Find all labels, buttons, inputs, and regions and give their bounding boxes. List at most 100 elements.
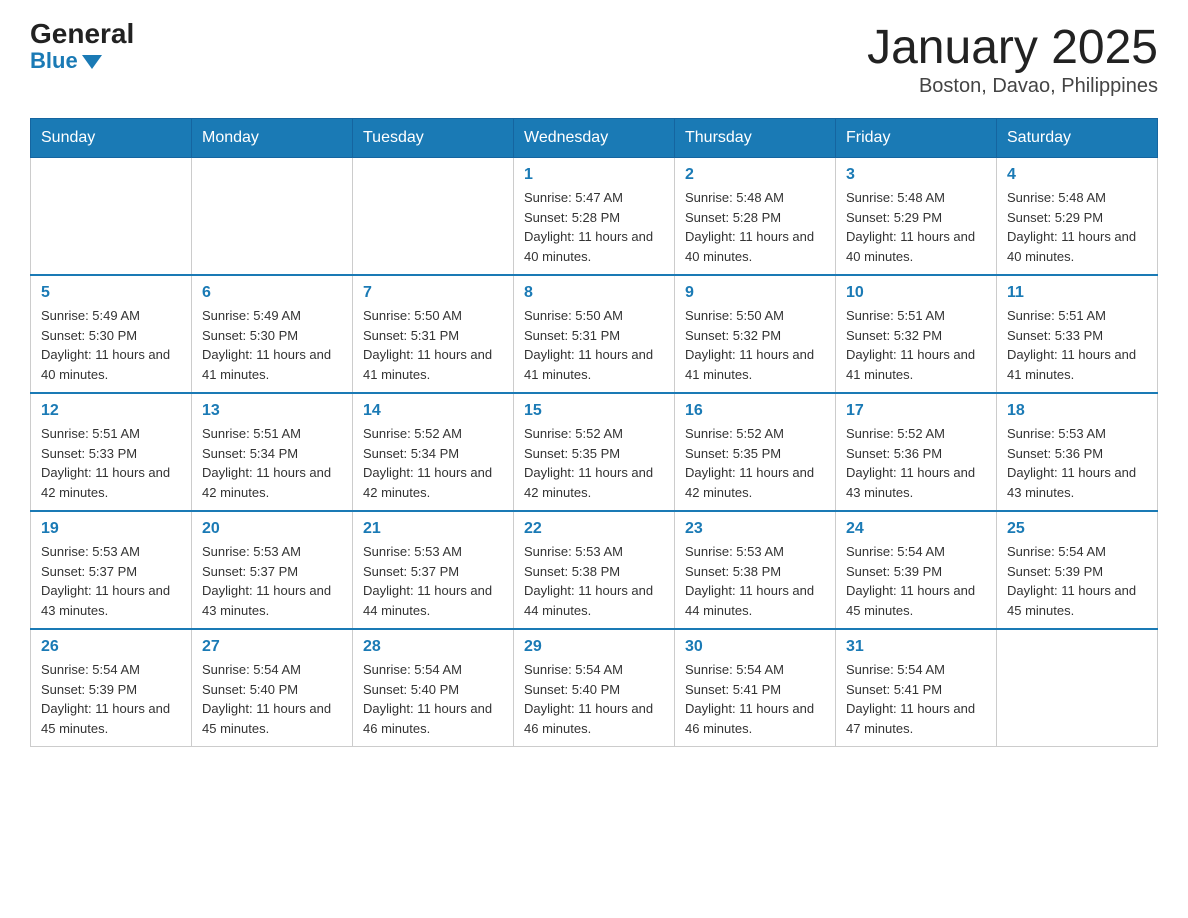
day-number: 22 <box>524 520 664 538</box>
week-row-2: 5 Sunrise: 5:49 AM Sunset: 5:30 PM Daylig… <box>31 275 1158 393</box>
day-number: 9 <box>685 284 825 302</box>
day-info: Sunrise: 5:54 AM Sunset: 5:40 PM Dayligh… <box>202 660 342 738</box>
day-number: 20 <box>202 520 342 538</box>
day-info: Sunrise: 5:49 AM Sunset: 5:30 PM Dayligh… <box>41 306 181 384</box>
weekday-header-friday: Friday <box>836 119 997 158</box>
day-info: Sunrise: 5:51 AM Sunset: 5:33 PM Dayligh… <box>41 424 181 502</box>
day-info: Sunrise: 5:52 AM Sunset: 5:35 PM Dayligh… <box>524 424 664 502</box>
day-info: Sunrise: 5:48 AM Sunset: 5:29 PM Dayligh… <box>846 188 986 266</box>
day-number: 6 <box>202 284 342 302</box>
day-info: Sunrise: 5:48 AM Sunset: 5:28 PM Dayligh… <box>685 188 825 266</box>
calendar-cell: 25 Sunrise: 5:54 AM Sunset: 5:39 PM Dayli… <box>997 511 1158 629</box>
logo: General Blue <box>30 20 134 74</box>
day-number: 5 <box>41 284 181 302</box>
day-info: Sunrise: 5:54 AM Sunset: 5:41 PM Dayligh… <box>685 660 825 738</box>
calendar-cell: 29 Sunrise: 5:54 AM Sunset: 5:40 PM Dayli… <box>514 629 675 747</box>
day-info: Sunrise: 5:53 AM Sunset: 5:38 PM Dayligh… <box>685 542 825 620</box>
day-info: Sunrise: 5:53 AM Sunset: 5:37 PM Dayligh… <box>202 542 342 620</box>
day-number: 30 <box>685 638 825 656</box>
weekday-header-sunday: Sunday <box>31 119 192 158</box>
calendar-cell: 18Sunrise: 5:53 AM Sunset: 5:36 PM Dayli… <box>997 393 1158 511</box>
day-number: 25 <box>1007 520 1147 538</box>
calendar-cell: 27Sunrise: 5:54 AM Sunset: 5:40 PM Dayli… <box>192 629 353 747</box>
calendar-cell: 16Sunrise: 5:52 AM Sunset: 5:35 PM Dayli… <box>675 393 836 511</box>
logo-general-text: General <box>30 20 134 48</box>
day-info: Sunrise: 5:52 AM Sunset: 5:34 PM Dayligh… <box>363 424 503 502</box>
calendar-cell: 31 Sunrise: 5:54 AM Sunset: 5:41 PM Dayli… <box>836 629 997 747</box>
calendar-cell: 14 Sunrise: 5:52 AM Sunset: 5:34 PM Dayli… <box>353 393 514 511</box>
weekday-header-monday: Monday <box>192 119 353 158</box>
day-number: 24 <box>846 520 986 538</box>
day-info: Sunrise: 5:49 AM Sunset: 5:30 PM Dayligh… <box>202 306 342 384</box>
calendar-cell: 1Sunrise: 5:47 AM Sunset: 5:28 PM Daylig… <box>514 158 675 276</box>
calendar-cell: 9 Sunrise: 5:50 AM Sunset: 5:32 PM Daylig… <box>675 275 836 393</box>
calendar-cell: 17Sunrise: 5:52 AM Sunset: 5:36 PM Dayli… <box>836 393 997 511</box>
calendar-cell: 26Sunrise: 5:54 AM Sunset: 5:39 PM Dayli… <box>31 629 192 747</box>
day-info: Sunrise: 5:54 AM Sunset: 5:39 PM Dayligh… <box>846 542 986 620</box>
calendar-cell: 8Sunrise: 5:50 AM Sunset: 5:31 PM Daylig… <box>514 275 675 393</box>
calendar-cell: 22 Sunrise: 5:53 AM Sunset: 5:38 PM Dayli… <box>514 511 675 629</box>
calendar-cell: 12Sunrise: 5:51 AM Sunset: 5:33 PM Dayli… <box>31 393 192 511</box>
logo-blue-text: Blue <box>30 48 102 74</box>
calendar-cell: 24 Sunrise: 5:54 AM Sunset: 5:39 PM Dayli… <box>836 511 997 629</box>
calendar-cell: 21 Sunrise: 5:53 AM Sunset: 5:37 PM Dayli… <box>353 511 514 629</box>
calendar-cell: 2 Sunrise: 5:48 AM Sunset: 5:28 PM Daylig… <box>675 158 836 276</box>
calendar-cell: 5 Sunrise: 5:49 AM Sunset: 5:30 PM Daylig… <box>31 275 192 393</box>
day-number: 2 <box>685 166 825 184</box>
day-info: Sunrise: 5:50 AM Sunset: 5:31 PM Dayligh… <box>363 306 503 384</box>
location-text: Boston, Davao, Philippines <box>867 75 1158 98</box>
day-number: 19 <box>41 520 181 538</box>
day-info: Sunrise: 5:54 AM Sunset: 5:40 PM Dayligh… <box>524 660 664 738</box>
day-info: Sunrise: 5:48 AM Sunset: 5:29 PM Dayligh… <box>1007 188 1147 266</box>
day-number: 21 <box>363 520 503 538</box>
calendar-cell: 4Sunrise: 5:48 AM Sunset: 5:29 PM Daylig… <box>997 158 1158 276</box>
day-info: Sunrise: 5:54 AM Sunset: 5:39 PM Dayligh… <box>1007 542 1147 620</box>
calendar-cell <box>353 158 514 276</box>
week-row-4: 19 Sunrise: 5:53 AM Sunset: 5:37 PM Dayli… <box>31 511 1158 629</box>
weekday-header-tuesday: Tuesday <box>353 119 514 158</box>
day-info: Sunrise: 5:50 AM Sunset: 5:31 PM Dayligh… <box>524 306 664 384</box>
weekday-header-saturday: Saturday <box>997 119 1158 158</box>
day-number: 14 <box>363 402 503 420</box>
day-info: Sunrise: 5:53 AM Sunset: 5:37 PM Dayligh… <box>363 542 503 620</box>
page-header: General Blue January 2025 Boston, Davao,… <box>30 20 1158 98</box>
day-info: Sunrise: 5:54 AM Sunset: 5:40 PM Dayligh… <box>363 660 503 738</box>
day-info: Sunrise: 5:54 AM Sunset: 5:41 PM Dayligh… <box>846 660 986 738</box>
weekday-header-thursday: Thursday <box>675 119 836 158</box>
week-row-3: 12Sunrise: 5:51 AM Sunset: 5:33 PM Dayli… <box>31 393 1158 511</box>
week-row-5: 26Sunrise: 5:54 AM Sunset: 5:39 PM Dayli… <box>31 629 1158 747</box>
calendar-cell <box>31 158 192 276</box>
day-info: Sunrise: 5:52 AM Sunset: 5:35 PM Dayligh… <box>685 424 825 502</box>
day-info: Sunrise: 5:47 AM Sunset: 5:28 PM Dayligh… <box>524 188 664 266</box>
weekday-header-row: SundayMondayTuesdayWednesdayThursdayFrid… <box>31 119 1158 158</box>
day-info: Sunrise: 5:51 AM Sunset: 5:32 PM Dayligh… <box>846 306 986 384</box>
calendar-cell: 20 Sunrise: 5:53 AM Sunset: 5:37 PM Dayli… <box>192 511 353 629</box>
day-info: Sunrise: 5:53 AM Sunset: 5:36 PM Dayligh… <box>1007 424 1147 502</box>
title-section: January 2025 Boston, Davao, Philippines <box>867 20 1158 98</box>
calendar-cell: 23 Sunrise: 5:53 AM Sunset: 5:38 PM Dayli… <box>675 511 836 629</box>
calendar-cell: 28Sunrise: 5:54 AM Sunset: 5:40 PM Dayli… <box>353 629 514 747</box>
day-info: Sunrise: 5:50 AM Sunset: 5:32 PM Dayligh… <box>685 306 825 384</box>
day-number: 23 <box>685 520 825 538</box>
calendar-cell: 3 Sunrise: 5:48 AM Sunset: 5:29 PM Daylig… <box>836 158 997 276</box>
day-number: 31 <box>846 638 986 656</box>
day-info: Sunrise: 5:54 AM Sunset: 5:39 PM Dayligh… <box>41 660 181 738</box>
day-info: Sunrise: 5:51 AM Sunset: 5:34 PM Dayligh… <box>202 424 342 502</box>
calendar-cell: 30 Sunrise: 5:54 AM Sunset: 5:41 PM Dayli… <box>675 629 836 747</box>
calendar-cell <box>192 158 353 276</box>
day-number: 17 <box>846 402 986 420</box>
day-info: Sunrise: 5:53 AM Sunset: 5:37 PM Dayligh… <box>41 542 181 620</box>
day-number: 15 <box>524 402 664 420</box>
day-number: 3 <box>846 166 986 184</box>
week-row-1: 1Sunrise: 5:47 AM Sunset: 5:28 PM Daylig… <box>31 158 1158 276</box>
calendar-cell: 19 Sunrise: 5:53 AM Sunset: 5:37 PM Dayli… <box>31 511 192 629</box>
calendar-cell: 15 Sunrise: 5:52 AM Sunset: 5:35 PM Dayli… <box>514 393 675 511</box>
day-number: 29 <box>524 638 664 656</box>
day-info: Sunrise: 5:51 AM Sunset: 5:33 PM Dayligh… <box>1007 306 1147 384</box>
day-info: Sunrise: 5:53 AM Sunset: 5:38 PM Dayligh… <box>524 542 664 620</box>
calendar-cell: 6 Sunrise: 5:49 AM Sunset: 5:30 PM Daylig… <box>192 275 353 393</box>
calendar-cell: 7 Sunrise: 5:50 AM Sunset: 5:31 PM Daylig… <box>353 275 514 393</box>
day-number: 7 <box>363 284 503 302</box>
day-number: 10 <box>846 284 986 302</box>
month-title: January 2025 <box>867 20 1158 75</box>
